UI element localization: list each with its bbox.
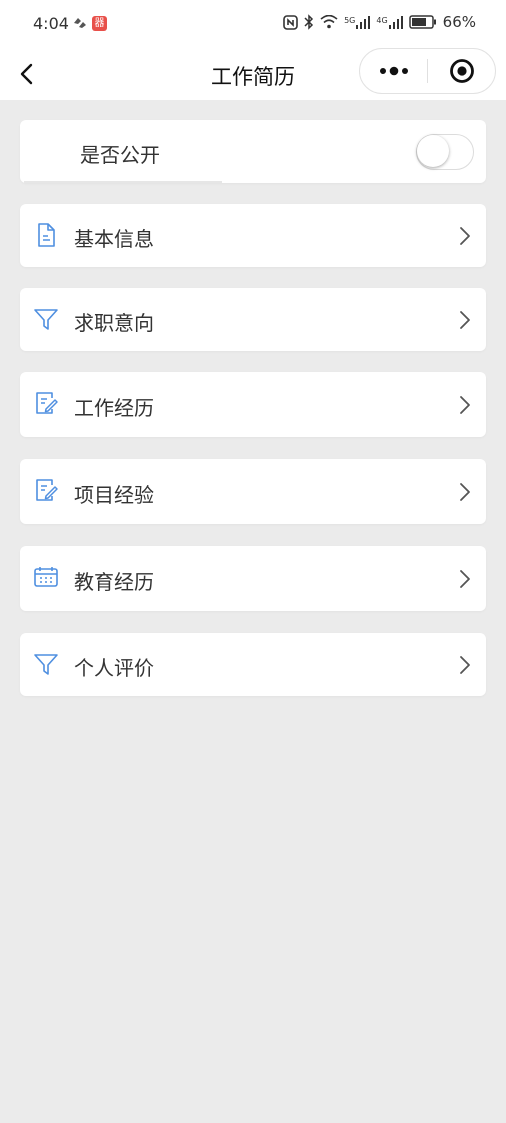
chevron-right-icon bbox=[460, 311, 470, 329]
menu-item-label: 教育经历 bbox=[74, 570, 154, 594]
menu-item-basic-info[interactable]: 基本信息 bbox=[20, 204, 486, 267]
document-icon bbox=[38, 223, 55, 247]
status-bar: 4:04 器 5G 4G 66% bbox=[0, 0, 506, 48]
filter-icon bbox=[34, 654, 58, 675]
chevron-right-icon bbox=[460, 570, 470, 588]
edit-document-icon bbox=[36, 392, 58, 414]
menu-item-label: 个人评价 bbox=[74, 656, 154, 680]
app-notification-icon bbox=[74, 18, 86, 28]
filter-icon bbox=[34, 309, 58, 330]
more-dots-icon bbox=[379, 66, 408, 76]
signal-4g: 4G bbox=[376, 15, 403, 29]
status-system-icons: 5G 4G 66% bbox=[283, 13, 476, 31]
visibility-toggle[interactable] bbox=[416, 134, 474, 170]
menu-item-label: 项目经验 bbox=[74, 483, 154, 507]
battery-icon bbox=[408, 15, 436, 29]
target-close-icon bbox=[449, 59, 474, 83]
signal-4g-icon bbox=[388, 15, 403, 29]
menu-item-project-experience[interactable]: 项目经验 bbox=[20, 459, 486, 524]
signal-5g: 5G bbox=[344, 15, 371, 29]
calendar-icon bbox=[34, 567, 58, 587]
visibility-label: 是否公开 bbox=[80, 143, 160, 167]
bluetooth-icon bbox=[304, 14, 314, 30]
wifi-icon bbox=[320, 15, 338, 29]
app-badge-icon: 器 bbox=[92, 15, 107, 31]
menu-item-label: 求职意向 bbox=[74, 311, 154, 335]
menu-item-label: 工作经历 bbox=[74, 396, 154, 420]
battery-percent: 66% bbox=[442, 13, 476, 31]
menu-item-job-intention[interactable]: 求职意向 bbox=[20, 288, 486, 351]
chevron-right-icon bbox=[460, 483, 470, 501]
chevron-right-icon bbox=[460, 227, 470, 245]
more-button[interactable] bbox=[360, 49, 427, 93]
status-time: 4:04 bbox=[33, 14, 69, 33]
menu-item-work-experience[interactable]: 工作经历 bbox=[20, 372, 486, 437]
menu-item-self-evaluation[interactable]: 个人评价 bbox=[20, 633, 486, 696]
label-underline bbox=[24, 181, 222, 183]
toggle-knob bbox=[417, 135, 449, 167]
navigation-bar: 工作简历 bbox=[0, 48, 506, 100]
menu-item-education[interactable]: 教育经历 bbox=[20, 546, 486, 611]
menu-item-label: 基本信息 bbox=[74, 227, 154, 251]
miniprogram-capsule bbox=[359, 48, 496, 94]
edit-document-icon bbox=[36, 479, 58, 501]
chevron-right-icon bbox=[460, 656, 470, 674]
chevron-right-icon bbox=[460, 396, 470, 414]
visibility-card: 是否公开 bbox=[20, 120, 486, 183]
close-miniprogram-button[interactable] bbox=[428, 49, 495, 93]
nfc-icon bbox=[283, 14, 298, 30]
status-notification-icons: 器 bbox=[72, 15, 107, 31]
signal-5g-icon bbox=[356, 15, 371, 29]
